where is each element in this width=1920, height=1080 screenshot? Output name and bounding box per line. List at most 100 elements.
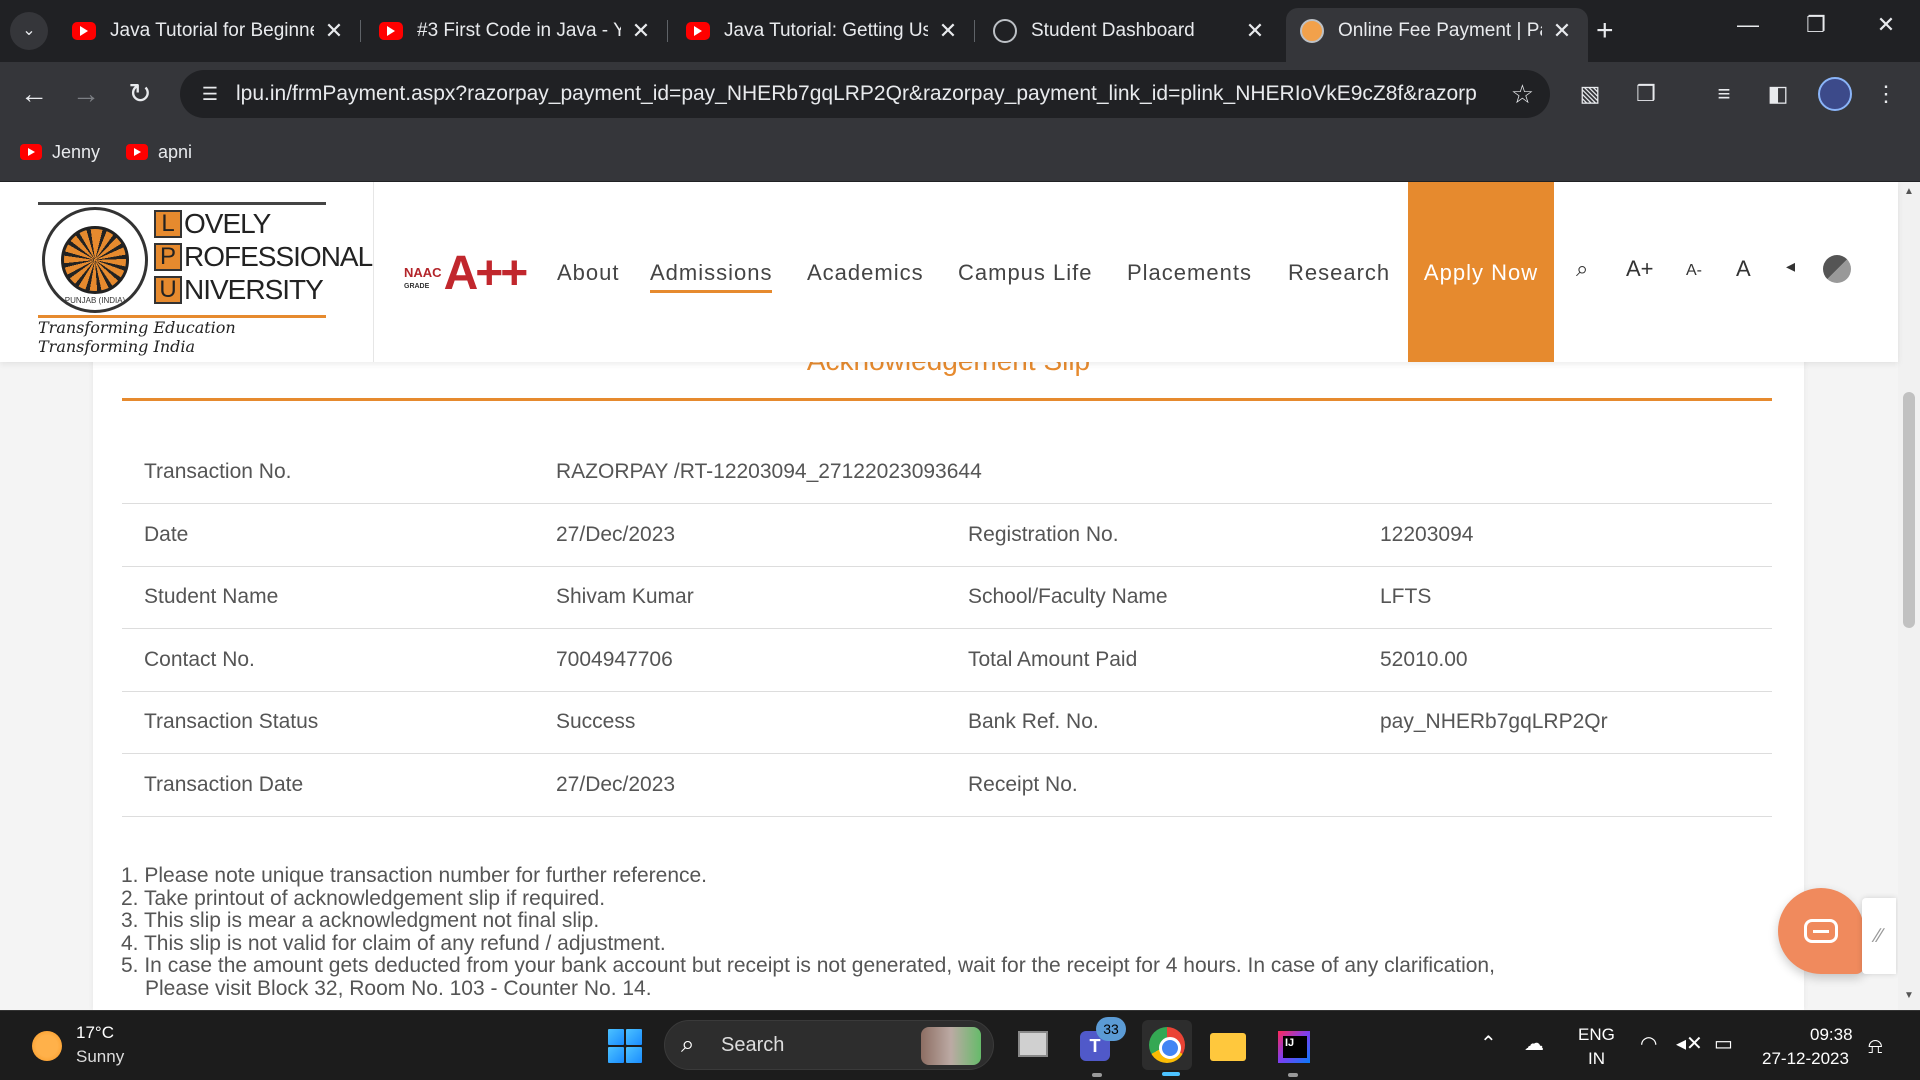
new-tab-button[interactable]: +: [1596, 14, 1614, 48]
intellij-app-icon[interactable]: [1274, 1025, 1314, 1077]
extensions-puzzle-icon[interactable]: ❒: [1630, 78, 1662, 110]
nav-placements[interactable]: Placements: [1127, 260, 1252, 286]
row-value: 27/Dec/2023: [534, 753, 946, 817]
reload-button[interactable]: ↻: [120, 74, 160, 114]
profile-avatar[interactable]: [1818, 77, 1852, 111]
site-settings-icon[interactable]: ☰: [198, 82, 222, 106]
naac-grade: A++: [443, 247, 529, 300]
taskbar-search[interactable]: ⌕ Search: [664, 1020, 994, 1070]
browser-toolbar: ← → ↻ ☰ lpu.in/frmPayment.aspx?razorpay_…: [0, 62, 1920, 126]
restore-button[interactable]: ❐: [1796, 12, 1836, 38]
search-icon[interactable]: ⌕: [1576, 256, 1588, 282]
scroll-down-arrow-icon[interactable]: ▼: [1898, 990, 1920, 1001]
region-indicator[interactable]: IN: [1588, 1049, 1605, 1069]
bookmark-label: apni: [158, 141, 193, 162]
weather-description[interactable]: Sunny: [76, 1047, 124, 1067]
nav-admissions[interactable]: Admissions: [650, 260, 773, 293]
bookmark-jenny[interactable]: Jenny: [20, 138, 100, 166]
url-text[interactable]: lpu.in/frmPayment.aspx?razorpay_payment_…: [236, 70, 1476, 118]
lpu-favicon-icon: [1300, 19, 1324, 43]
note-item: 1. Please note unique transaction number…: [121, 864, 708, 887]
table-row: Transaction Date 27/Dec/2023 Receipt No.: [122, 753, 1772, 817]
tab-title: Student Dashboard: [1031, 20, 1195, 41]
media-controls-icon[interactable]: ≡: [1708, 78, 1740, 110]
file-explorer-app-icon[interactable]: [1208, 1025, 1248, 1065]
close-icon[interactable]: ✕: [936, 18, 960, 44]
address-bar[interactable]: ☰ lpu.in/frmPayment.aspx?razorpay_paymen…: [180, 70, 1550, 118]
browser-menu-icon[interactable]: ⋮: [1870, 78, 1902, 110]
browser-tab[interactable]: Java Tutorial: Getting Used ✕: [672, 8, 975, 54]
row-label: Transaction Date: [122, 753, 534, 817]
browser-tab[interactable]: Java Tutorial for Beginners ✕: [58, 8, 361, 54]
close-icon[interactable]: ✕: [629, 18, 653, 44]
window-close-button[interactable]: ✕: [1866, 12, 1906, 38]
sun-weather-icon[interactable]: [32, 1031, 62, 1061]
close-icon[interactable]: ✕: [322, 18, 346, 44]
nav-about[interactable]: About: [557, 260, 620, 286]
close-icon[interactable]: ✕: [1550, 18, 1574, 44]
contrast-toggle-icon[interactable]: [1823, 255, 1851, 283]
naac-badge: NAAC GRADE A++: [404, 247, 529, 300]
speaker-icon[interactable]: ◂: [1786, 256, 1795, 277]
clock-time[interactable]: 09:38: [1810, 1025, 1853, 1045]
notification-bell-icon[interactable]: ⍾: [1868, 1033, 1883, 1059]
tab-title: Java Tutorial: Getting Used: [724, 20, 928, 41]
onedrive-cloud-icon[interactable]: ☁: [1524, 1031, 1544, 1056]
apply-now-button[interactable]: Apply Now: [1408, 182, 1554, 362]
windows-taskbar: 17°C Sunny ⌕ Search T 33 ⌃ ☁ ENG IN ◠ ◂✕…: [0, 1010, 1920, 1080]
browser-tab[interactable]: Student Dashboard ✕: [979, 8, 1281, 54]
nav-campus-life[interactable]: Campus Life: [958, 260, 1093, 286]
row-value: Shivam Kumar: [534, 566, 946, 629]
minimize-button[interactable]: —: [1728, 12, 1768, 38]
battery-icon[interactable]: ▭: [1714, 1031, 1733, 1056]
title-divider: [122, 398, 1772, 401]
youtube-icon: [126, 144, 148, 160]
logo-letter: U: [154, 276, 182, 304]
scrollbar-thumb[interactable]: [1903, 392, 1915, 628]
nav-research[interactable]: Research: [1288, 260, 1390, 286]
page-scrollbar[interactable]: ▲ ▼: [1898, 182, 1920, 1010]
start-button[interactable]: [608, 1029, 642, 1063]
extension-icon[interactable]: ▧: [1574, 78, 1606, 110]
chrome-app-icon[interactable]: [1142, 1020, 1192, 1076]
volume-muted-icon[interactable]: ◂✕: [1676, 1031, 1703, 1056]
wifi-icon[interactable]: ◠: [1640, 1031, 1657, 1056]
font-reset-button[interactable]: A: [1736, 256, 1751, 282]
row-value: LFTS: [1358, 566, 1772, 629]
font-decrease-button[interactable]: A-: [1686, 262, 1702, 280]
language-indicator[interactable]: ENG: [1578, 1025, 1615, 1045]
nav-academics[interactable]: Academics: [807, 260, 924, 286]
chat-widget-button[interactable]: [1778, 888, 1864, 974]
chevron-up-icon[interactable]: ⌃: [1480, 1031, 1497, 1056]
feedback-side-tab[interactable]: ∕∕: [1862, 898, 1896, 974]
font-increase-button[interactable]: A+: [1626, 256, 1654, 282]
close-icon[interactable]: ✕: [1243, 18, 1267, 44]
back-button[interactable]: ←: [14, 74, 54, 114]
search-highlight-image: [921, 1027, 981, 1065]
row-value: RAZORPAY /RT-12203094_27122023093644: [534, 441, 1772, 504]
chat-icon: [1804, 919, 1838, 943]
tab-title: Java Tutorial for Beginners: [110, 20, 314, 41]
browser-tab[interactable]: #3 First Code in Java - YouTube ✕: [365, 8, 668, 54]
forward-button[interactable]: →: [66, 74, 106, 114]
side-panel-icon[interactable]: ◧: [1762, 78, 1794, 110]
globe-icon: [993, 19, 1017, 43]
university-logo[interactable]: PUNJAB (INDIA) L OVELY P ROFESSIONAL U N…: [0, 182, 374, 362]
note-item: 5. In case the amount gets deducted from…: [121, 954, 1495, 977]
row-value: [1358, 753, 1772, 817]
note-item: 2. Take printout of acknowledgement slip…: [121, 886, 606, 910]
logo-word: NIVERSITY: [184, 274, 324, 305]
notification-badge: 33: [1096, 1017, 1126, 1041]
bookmark-star-icon[interactable]: ☆: [1511, 80, 1534, 108]
browser-tab-active[interactable]: Online Fee Payment | Pay ✕: [1286, 8, 1588, 62]
row-label: Date: [122, 503, 534, 567]
bookmark-apni[interactable]: apni: [126, 138, 192, 166]
clock-date[interactable]: 27-12-2023: [1762, 1049, 1849, 1069]
weather-temperature[interactable]: 17°C: [76, 1023, 114, 1043]
table-row: Contact No. 7004947706 Total Amount Paid…: [122, 628, 1772, 692]
tab-search-button[interactable]: ⌄: [10, 12, 48, 50]
scroll-up-arrow-icon[interactable]: ▲: [1898, 186, 1920, 197]
file-manager-app-icon[interactable]: [1014, 1025, 1054, 1065]
teams-app-icon[interactable]: T 33: [1078, 1017, 1126, 1077]
notes-list: 1. Please note unique transaction number…: [121, 864, 1741, 1000]
